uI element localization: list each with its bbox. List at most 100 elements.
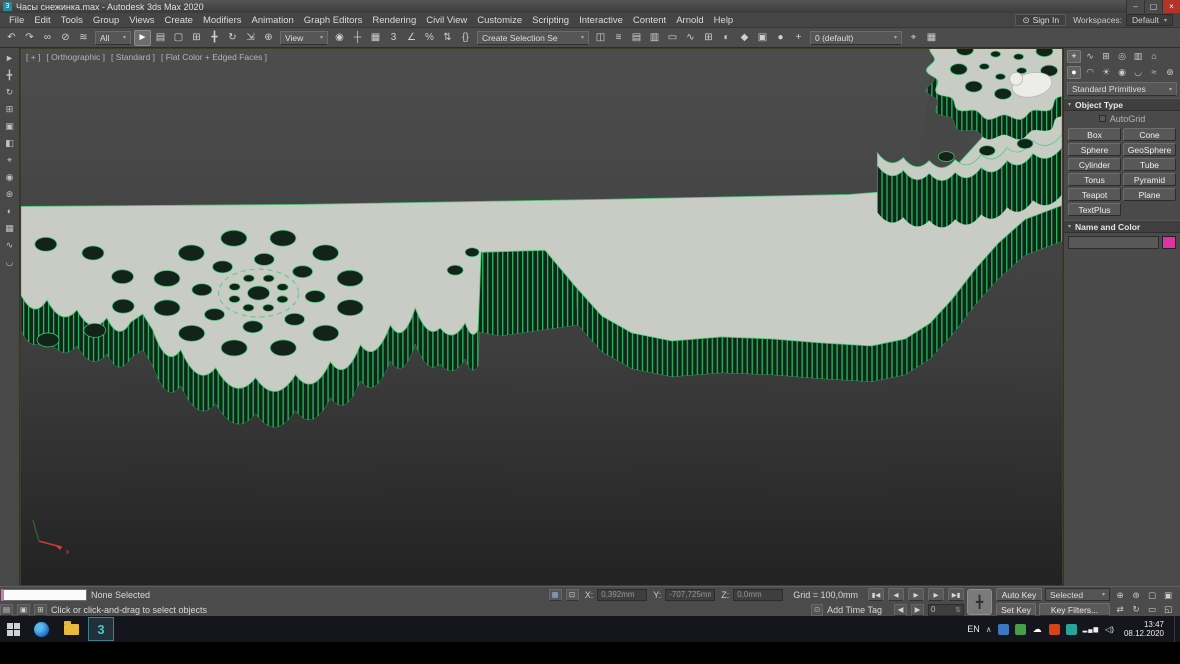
taskbar-clock[interactable]: 13:47 08.12.2020 bbox=[1120, 620, 1168, 638]
maximize-button[interactable]: ▢ bbox=[1144, 0, 1162, 13]
zoom-region-icon[interactable]: ▭ bbox=[1144, 602, 1160, 616]
menu-item[interactable]: Animation bbox=[247, 15, 299, 26]
volume-icon[interactable]: ◁) bbox=[1105, 625, 1114, 634]
key-step-forward-icon[interactable]: ▶ bbox=[911, 604, 924, 616]
z-coordinate-field[interactable]: 0,0mm bbox=[733, 589, 783, 601]
geosphere-button[interactable]: GeoSphere bbox=[1123, 143, 1176, 156]
cone-button[interactable]: Cone bbox=[1123, 128, 1176, 141]
select-and-manipulate-icon[interactable]: ┼ bbox=[349, 30, 366, 46]
menu-item[interactable]: Tools bbox=[56, 15, 88, 26]
tray-icon-1[interactable] bbox=[998, 624, 1009, 635]
select-by-name-icon[interactable]: ▤ bbox=[152, 30, 169, 46]
left-toolbar-icon-13[interactable]: ◡ bbox=[2, 255, 18, 269]
select-and-place-icon[interactable]: ⊕ bbox=[260, 30, 277, 46]
scene-explorer-icon[interactable]: ▤ bbox=[628, 30, 645, 46]
spinner-snap-icon[interactable]: ⇅ bbox=[439, 30, 456, 46]
tray-icon-2[interactable] bbox=[1015, 624, 1026, 635]
ribbon-toggle-icon[interactable]: ▭ bbox=[664, 30, 681, 46]
material-editor-icon[interactable]: ◐ bbox=[718, 30, 735, 46]
bind-to-space-warp-icon[interactable]: ≋ bbox=[75, 30, 92, 46]
viewport-pov-menu[interactable]: [ Orthographic ] bbox=[46, 52, 105, 62]
select-and-rotate-icon[interactable]: ↻ bbox=[224, 30, 241, 46]
pyramid-button[interactable]: Pyramid bbox=[1123, 173, 1176, 186]
zoom-extents-all-icon[interactable]: ▣ bbox=[1160, 588, 1176, 602]
render-production-icon[interactable]: ● bbox=[772, 30, 789, 46]
add-time-tag[interactable]: Add Time Tag bbox=[827, 605, 882, 615]
menu-item[interactable]: Help bbox=[709, 15, 739, 26]
previous-frame-button[interactable]: ◀ bbox=[888, 588, 904, 601]
menu-item[interactable]: Civil View bbox=[421, 15, 472, 26]
object-name-field[interactable] bbox=[1068, 236, 1159, 249]
select-and-link-icon[interactable]: ∞ bbox=[39, 30, 56, 46]
orbit-icon[interactable]: ↻ bbox=[1128, 602, 1144, 616]
language-indicator[interactable]: EN bbox=[967, 624, 980, 634]
percent-snap-icon[interactable]: % bbox=[421, 30, 438, 46]
manage-layers-icon[interactable]: + bbox=[790, 30, 807, 46]
key-step-back-icon[interactable]: ◀ bbox=[894, 604, 907, 616]
angle-snap-icon[interactable]: ∠ bbox=[403, 30, 420, 46]
left-toolbar-icon-11[interactable]: ▦ bbox=[2, 221, 18, 235]
taskbar-app-3dsmax[interactable]: 3 bbox=[88, 617, 114, 641]
helpers-category-icon[interactable]: ◡ bbox=[1131, 66, 1145, 79]
layer-explorer-icon[interactable]: ▥ bbox=[646, 30, 663, 46]
teapot-button[interactable]: Teapot bbox=[1068, 188, 1121, 201]
go-to-start-button[interactable]: ▮◀ bbox=[868, 588, 884, 601]
menu-item[interactable]: Rendering bbox=[367, 15, 421, 26]
zoom-extents-icon[interactable]: ▢ bbox=[1144, 588, 1160, 602]
viewport-general-menu[interactable]: [ + ] bbox=[26, 52, 40, 62]
x-coordinate-field[interactable]: 0,392mm bbox=[597, 589, 647, 601]
schematic-view-icon[interactable]: ⊞ bbox=[700, 30, 717, 46]
redo-icon[interactable]: ↷ bbox=[21, 30, 38, 46]
workspaces-dropdown[interactable]: Default ▾ bbox=[1126, 14, 1173, 26]
tube-button[interactable]: Tube bbox=[1123, 158, 1176, 171]
minimize-button[interactable]: – bbox=[1126, 0, 1144, 13]
show-desktop-button[interactable] bbox=[1174, 616, 1179, 642]
current-frame-spinner[interactable]: 0 ⇅ bbox=[928, 604, 964, 616]
onedrive-icon[interactable]: ☁ bbox=[1032, 624, 1043, 635]
motion-tab[interactable]: ◎ bbox=[1115, 50, 1129, 63]
menu-item[interactable]: Edit bbox=[29, 15, 55, 26]
render-setup-icon[interactable]: ◆ bbox=[736, 30, 753, 46]
select-and-scale-icon[interactable]: ⇲ bbox=[242, 30, 259, 46]
undo-icon[interactable]: ↶ bbox=[3, 30, 20, 46]
layer-list-dropdown[interactable]: 0 (default) ▾ bbox=[810, 31, 902, 45]
cylinder-button[interactable]: Cylinder bbox=[1068, 158, 1121, 171]
zoom-all-icon[interactable]: ⊛ bbox=[1128, 588, 1144, 602]
keyboard-override-icon[interactable]: ▦ bbox=[367, 30, 384, 46]
close-button[interactable]: × bbox=[1162, 0, 1180, 13]
left-toolbar-icon-1[interactable]: ► bbox=[2, 51, 18, 65]
curve-editor-icon[interactable]: ∿ bbox=[682, 30, 699, 46]
display-tab[interactable]: ▥ bbox=[1131, 50, 1145, 63]
toolbar-extra-icon-1[interactable]: ⌖ bbox=[905, 30, 922, 46]
selection-set-dropdown[interactable]: Selected ▾ bbox=[1045, 588, 1110, 601]
use-pivot-point-icon[interactable]: ◉ bbox=[331, 30, 348, 46]
taskbar-app-browser[interactable] bbox=[28, 617, 54, 641]
torus-button[interactable]: Torus bbox=[1068, 173, 1121, 186]
menu-item[interactable]: Views bbox=[124, 15, 159, 26]
network-icon[interactable]: ▂▄▆ bbox=[1083, 626, 1099, 633]
unlink-selection-icon[interactable]: ⊘ bbox=[57, 30, 74, 46]
color-swatch[interactable] bbox=[1162, 236, 1176, 249]
object-type-rollout[interactable]: ▾ Object Type bbox=[1064, 98, 1180, 111]
next-frame-button[interactable]: ▶ bbox=[928, 588, 944, 601]
maximize-viewport-icon[interactable]: ◱ bbox=[1160, 602, 1176, 616]
snaps-toggle-icon[interactable]: 3 bbox=[385, 30, 402, 46]
macro-recorder-icon[interactable]: ▣ bbox=[17, 604, 30, 616]
geometry-category-icon[interactable]: ● bbox=[1067, 66, 1081, 79]
viewport-canvas[interactable]: x bbox=[21, 49, 1062, 585]
tray-icon-3[interactable] bbox=[1049, 624, 1060, 635]
menu-item[interactable]: Customize bbox=[472, 15, 527, 26]
hierarchy-tab[interactable]: ⊞ bbox=[1099, 50, 1113, 63]
play-button[interactable]: ▶ bbox=[908, 588, 924, 601]
absolute-mode-toggle-icon[interactable]: ⊡ bbox=[566, 589, 579, 601]
systems-category-icon[interactable]: ⊛ bbox=[1163, 66, 1177, 79]
key-filters-button[interactable]: Key Filters... bbox=[1039, 603, 1110, 616]
align-icon[interactable]: ≡ bbox=[610, 30, 627, 46]
named-selection-sets-dropdown[interactable]: Create Selection Se ▾ bbox=[477, 31, 589, 45]
zoom-icon[interactable]: ⊕ bbox=[1112, 588, 1128, 602]
shapes-category-icon[interactable]: ◠ bbox=[1083, 66, 1097, 79]
maxscript-mini-listener[interactable] bbox=[1, 589, 87, 601]
name-and-color-rollout[interactable]: ▾ Name and Color bbox=[1064, 220, 1180, 233]
time-configuration-button[interactable]: ╋ bbox=[967, 589, 992, 615]
plane-button[interactable]: Plane bbox=[1123, 188, 1176, 201]
